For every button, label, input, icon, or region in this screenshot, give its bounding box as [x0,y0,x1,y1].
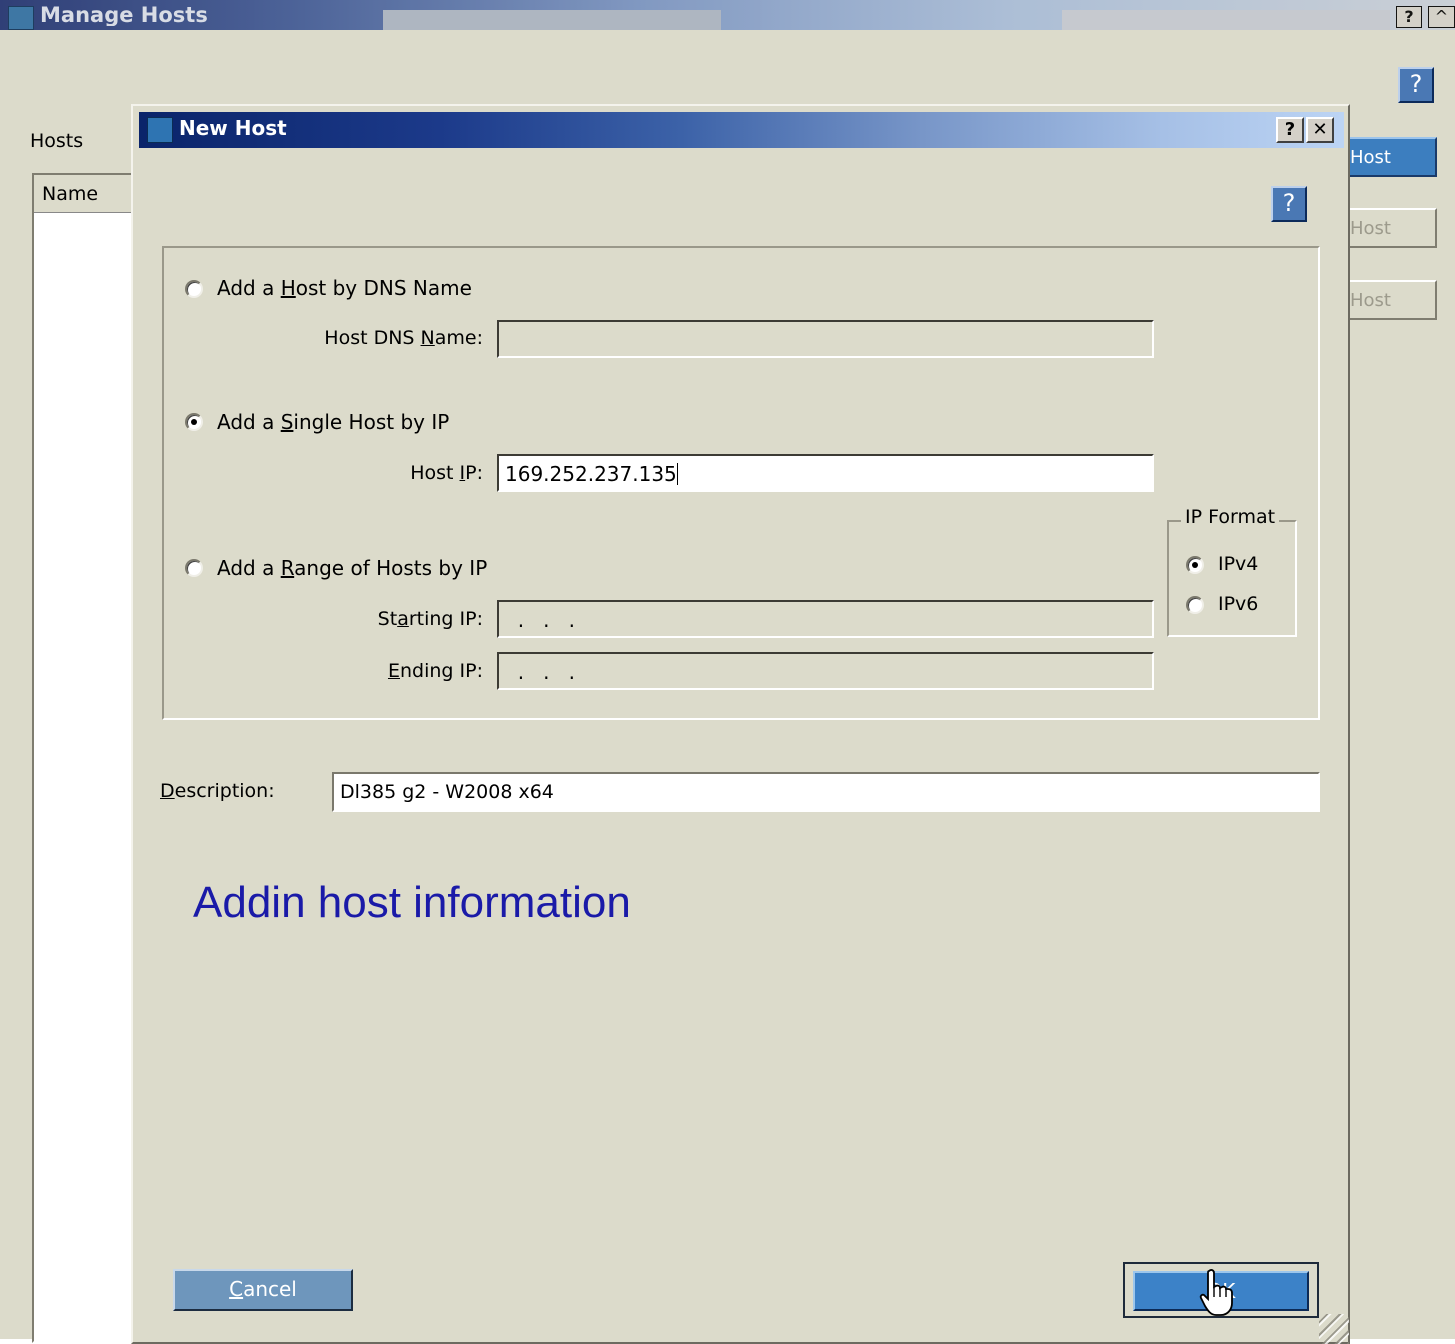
window-title: Manage Hosts [40,3,208,26]
close-caption-button[interactable]: ^ [1428,6,1455,28]
add-host-button[interactable]: Host [1342,137,1437,177]
label-range-option: Add a Range of Hosts by IP [217,556,488,580]
ending-ip-field[interactable]: . . . [497,652,1154,690]
help-button[interactable]: ? [1271,186,1307,222]
label-starting-ip: Starting IP: [377,608,483,630]
resize-grip[interactable] [1319,1314,1349,1344]
radio-range-hosts[interactable] [185,559,203,577]
close-caption-button[interactable]: ✕ [1306,117,1334,143]
app-icon [147,117,173,143]
edit-host-button[interactable]: Host [1342,208,1437,248]
text-caret [676,463,678,485]
radio-selected-dot [191,419,197,425]
label-dns-option: Add a Host by DNS Name [217,276,472,300]
ip-format-legend: IP Format [1181,506,1280,528]
titlebar-stripe [383,10,721,30]
help-caption-button[interactable]: ? [1276,117,1304,143]
annotation-text: Addin host information [193,878,631,927]
help-button[interactable]: ? [1398,67,1434,103]
label-single-host-option: Add a Single Host by IP [217,410,450,434]
host-ip-field[interactable]: 169.252.237.135 [497,454,1154,492]
radio-single-host[interactable] [185,413,203,431]
help-caption-button[interactable]: ? [1396,6,1422,28]
cancel-button[interactable]: Cancel [173,1269,353,1311]
label-ipv4: IPv4 [1218,553,1259,575]
titlebar-stripe [1062,10,1390,30]
host-ip-value: 169.252.237.135 [505,462,677,486]
radio-ipv4[interactable] [1186,556,1204,574]
ip-format-group [1167,520,1297,637]
dialog-title: New Host [179,116,287,140]
starting-ip-field[interactable]: . . . [497,600,1154,638]
radio-dns-name[interactable] [185,280,203,298]
label-host-ip: Host IP: [410,462,483,484]
hand-cursor-icon [1199,1269,1235,1321]
new-host-dialog: New Host ? ✕ ? Add a Host by DNS Name Ho… [131,104,1350,1344]
app-icon [8,6,34,30]
column-header-name[interactable]: Name [34,175,140,213]
dialog-titlebar[interactable]: New Host ? ✕ [139,112,1344,148]
label-ipv6: IPv6 [1218,593,1259,615]
label-description: Description: [160,780,275,802]
hosts-list[interactable]: Name [32,173,142,1343]
description-field[interactable]: Dl385 g2 - W2008 x64 [332,772,1320,812]
radio-ipv6[interactable] [1186,596,1204,614]
radio-selected-dot [1192,562,1198,568]
host-dns-name-field[interactable] [497,320,1154,358]
remove-host-button[interactable]: Host [1342,280,1437,320]
manage-hosts-titlebar: Manage Hosts ? ^ [0,0,1455,30]
label-ending-ip: Ending IP: [387,660,483,682]
label-host-dns-name: Host DNS Name: [324,327,483,349]
hosts-label: Hosts [30,130,84,152]
